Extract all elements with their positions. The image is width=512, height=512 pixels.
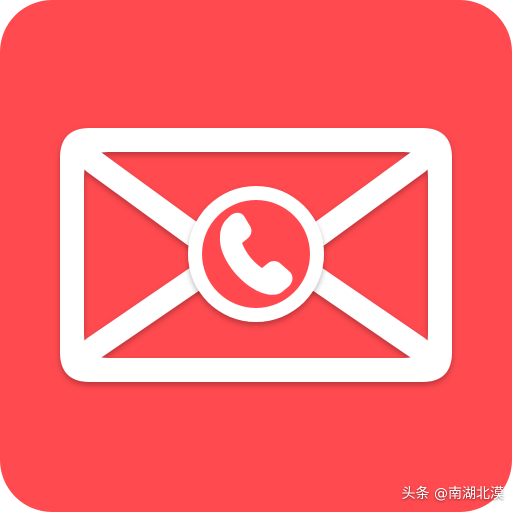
watermark-text: 头条 @南湖北漠: [401, 486, 504, 502]
phone-badge-inner: [202, 200, 310, 308]
mail-phone-app-icon[interactable]: [0, 0, 512, 512]
screenshot-canvas: 头条 @南湖北漠: [0, 0, 512, 512]
phone-badge: [188, 186, 324, 322]
